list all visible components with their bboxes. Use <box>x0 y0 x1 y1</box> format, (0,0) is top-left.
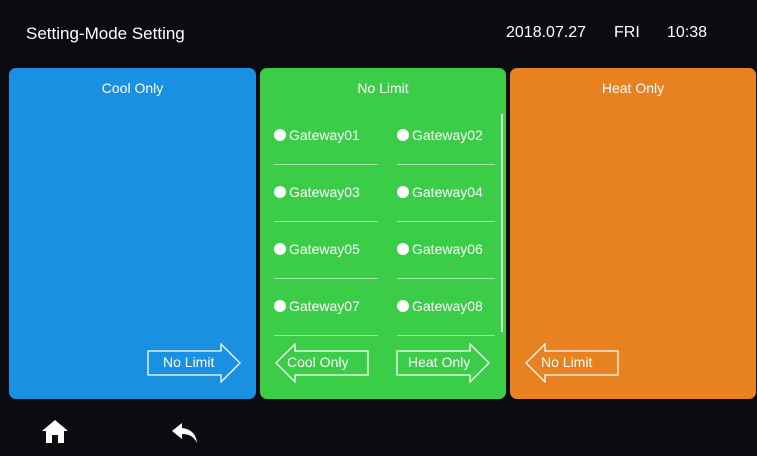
gateway-label: Gateway03 <box>289 184 360 200</box>
radio-dot-icon <box>397 300 409 312</box>
gateway-label: Gateway08 <box>412 298 483 314</box>
heat-only-panel[interactable]: Heat Only No Limit <box>510 68 756 399</box>
move-to-no-limit-label: No Limit <box>541 354 593 370</box>
scrollbar[interactable] <box>501 114 503 332</box>
gateway-item[interactable]: Gateway04 <box>397 163 495 222</box>
radio-dot-icon <box>397 129 409 141</box>
back-icon[interactable] <box>171 422 199 444</box>
radio-dot-icon <box>274 243 286 255</box>
gateway-item[interactable]: Gateway01 <box>274 106 378 165</box>
gateway-item[interactable]: Gateway07 <box>274 277 378 336</box>
weekday-display: FRI <box>614 24 640 41</box>
gateway-item[interactable]: Gateway03 <box>274 163 378 222</box>
radio-dot-icon <box>397 186 409 198</box>
move-to-cool-only-label: Cool Only <box>287 354 349 370</box>
move-to-heat-only-label: Heat Only <box>408 354 471 370</box>
home-icon[interactable] <box>41 418 69 444</box>
gateway-label: Gateway01 <box>289 127 360 143</box>
cool-only-title: Cool Only <box>101 80 164 96</box>
gateway-label: Gateway07 <box>289 298 360 314</box>
no-limit-title: No Limit <box>357 80 409 96</box>
date-display: 2018.07.27 <box>506 24 587 41</box>
gateway-item[interactable]: Gateway02 <box>397 106 495 165</box>
move-to-no-limit-button[interactable]: No Limit <box>147 343 242 383</box>
page-title: Setting-Mode Setting <box>26 24 185 43</box>
gateway-label: Gateway05 <box>289 241 360 257</box>
move-to-heat-only-button[interactable]: Heat Only <box>396 343 491 383</box>
no-limit-panel[interactable]: No Limit Gateway01 Gateway02 Gateway03 G… <box>260 68 506 399</box>
gateway-label: Gateway04 <box>412 184 483 200</box>
move-to-no-limit-button[interactable]: No Limit <box>524 343 619 383</box>
move-to-no-limit-label: No Limit <box>163 354 215 370</box>
radio-dot-icon <box>274 129 286 141</box>
top-bar: Setting-Mode Setting 2018.07.27 FRI 10:3… <box>0 0 757 66</box>
gateway-label: Gateway02 <box>412 127 483 143</box>
gateway-item[interactable]: Gateway08 <box>397 277 495 336</box>
move-to-cool-only-button[interactable]: Cool Only <box>274 343 369 383</box>
heat-only-title: Heat Only <box>601 80 665 96</box>
radio-dot-icon <box>274 186 286 198</box>
gateway-item[interactable]: Gateway05 <box>274 220 378 279</box>
gateway-item[interactable]: Gateway06 <box>397 220 495 279</box>
gateway-label: Gateway06 <box>412 241 483 257</box>
cool-only-panel[interactable]: Cool Only No Limit <box>9 68 256 399</box>
radio-dot-icon <box>274 300 286 312</box>
bottom-bar <box>0 400 757 456</box>
time-display: 10:38 <box>667 24 708 41</box>
radio-dot-icon <box>397 243 409 255</box>
